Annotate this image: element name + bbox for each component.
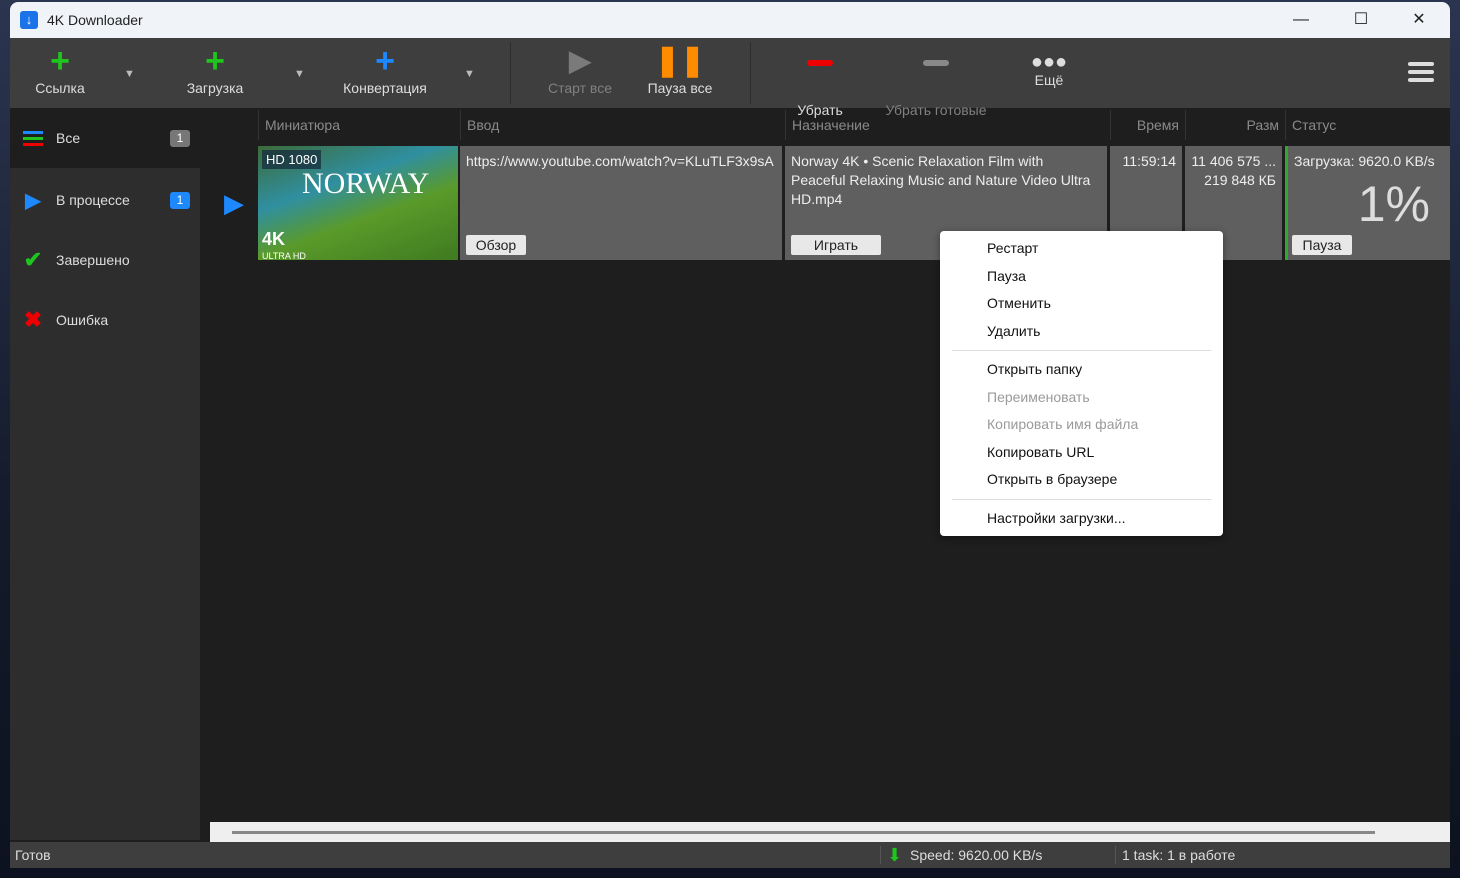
menu-item-cancel[interactable]: Отменить xyxy=(940,290,1223,318)
link-dropdown-icon[interactable]: ▼ xyxy=(124,68,135,80)
minus-icon xyxy=(876,60,996,100)
status-bar: Готов ⬇ Speed: 9620.00 KB/s 1 task: 1 в … xyxy=(10,842,1450,868)
menu-separator xyxy=(952,498,1211,500)
column-header-destination[interactable]: Назначение xyxy=(785,110,1110,140)
sidebar-item-label: В процессе xyxy=(56,192,130,208)
pause-button[interactable]: Пауза xyxy=(1292,235,1352,255)
more-button[interactable]: ●●● Ещё xyxy=(1022,38,1076,108)
status-text: Загрузка: 9620.0 KB/s xyxy=(1294,153,1435,169)
convert-label: Конвертация xyxy=(343,80,427,96)
remove-done-button[interactable]: Убрать готовые xyxy=(876,38,996,118)
play-icon: ▶ xyxy=(569,45,591,76)
menu-item-open-folder[interactable]: Открыть папку xyxy=(940,356,1223,384)
count-badge: 1 xyxy=(170,191,190,209)
app-logo-icon: ↓ xyxy=(20,11,38,29)
status-divider xyxy=(1115,846,1116,864)
plus-arrow-icon: + xyxy=(50,42,70,80)
row-playing-icon: ▶ xyxy=(224,188,244,218)
menu-item-restart[interactable]: Рестарт xyxy=(940,235,1223,263)
browse-button[interactable]: Обзор xyxy=(466,235,526,255)
thumbnail-title: NORWAY xyxy=(302,167,430,200)
toolbar: + Ссылка ▼ + Загрузка ▼ + Конвертация ▼ ▶ Ст… xyxy=(10,38,1450,118)
menu-item-copy-url[interactable]: Копировать URL xyxy=(940,439,1223,467)
size-total: 11 406 575 ... xyxy=(1191,153,1276,169)
window-title: 4K Downloader xyxy=(47,12,143,28)
status-cell: Загрузка: 9620.0 KB/s 1% Пауза xyxy=(1285,146,1450,260)
minimize-button[interactable]: — xyxy=(1272,2,1330,38)
size-downloaded: 219 848 КБ xyxy=(1204,172,1276,188)
menu-item-delete[interactable]: Удалить xyxy=(940,318,1223,346)
horizontal-scrollbar[interactable] xyxy=(210,822,1450,842)
pause-icon: ❚❚ xyxy=(654,44,706,77)
sidebar-item-label: Ошибка xyxy=(56,312,109,328)
column-header-thumbnail[interactable]: Миниатюра xyxy=(258,110,460,140)
download-arrow-icon: ⬇ xyxy=(887,845,903,865)
count-badge: 1 xyxy=(170,129,190,147)
sidebar-item-error[interactable]: ✖ Ошибка xyxy=(10,290,200,350)
checkmark-icon: ✔ xyxy=(23,247,43,272)
column-header-time[interactable]: Время xyxy=(1110,110,1185,140)
title-bar: ↓ 4K Downloader — ☐ ✕ xyxy=(10,2,1450,38)
plus-icon: + xyxy=(375,42,395,80)
pause-all-button[interactable]: ❚❚ Пауза все xyxy=(642,38,718,108)
add-link-button[interactable]: + Ссылка xyxy=(26,38,94,108)
scrollbar-thumb[interactable] xyxy=(232,831,1375,834)
download-dropdown-icon[interactable]: ▼ xyxy=(294,68,305,80)
sidebar-item-in-progress[interactable]: ▶ В процессе 1 xyxy=(10,170,200,230)
maximize-button[interactable]: ☐ xyxy=(1332,2,1390,38)
x-icon: ✖ xyxy=(23,307,43,332)
convert-dropdown-icon[interactable]: ▼ xyxy=(464,68,475,80)
source-url: https://www.youtube.com/watch?v=KLuTLF3x… xyxy=(466,153,774,169)
menu-item-copy-filename: Копировать имя файла xyxy=(987,416,1139,432)
column-header-status[interactable]: Статус xyxy=(1285,110,1450,140)
thumbnail-uhd-label: ULTRA HD xyxy=(262,251,306,260)
start-all-button[interactable]: ▶ Старт все xyxy=(542,38,618,108)
menu-separator xyxy=(952,350,1211,351)
video-thumbnail: HD 1080 NORWAY 4K ULTRA HD xyxy=(258,146,458,260)
context-menu: Рестарт Пауза Отменить Удалить Открыть п… xyxy=(940,231,1223,536)
menu-item-open-in-browser[interactable]: Открыть в браузере xyxy=(940,466,1223,494)
remove-button[interactable]: Убрать xyxy=(790,38,850,118)
convert-button[interactable]: + Конвертация xyxy=(338,38,432,108)
app-window: ↓ 4K Downloader — ☐ ✕ + Ссылка ▼ + Загрузк… xyxy=(10,2,1450,868)
menu-item-rename: Переименовать xyxy=(987,388,1090,405)
input-cell: https://www.youtube.com/watch?v=KLuTLF3x… xyxy=(460,146,782,260)
status-divider xyxy=(880,846,881,864)
status-speed: Speed: 9620.00 KB/s xyxy=(910,847,1043,863)
status-tasks: 1 task: 1 в работе xyxy=(1122,847,1236,863)
minus-icon xyxy=(790,60,850,100)
start-all-label: Старт все xyxy=(548,80,612,96)
download-label: Загрузка xyxy=(186,80,244,96)
sidebar-item-completed[interactable]: ✔ Завершено xyxy=(10,230,200,290)
sidebar-item-label: Завершено xyxy=(56,252,130,268)
column-header-input[interactable]: Ввод xyxy=(460,110,785,140)
plus-icon: + xyxy=(205,42,225,80)
progress-percent: 1% xyxy=(1357,176,1430,232)
sidebar: Все 1 ▶ В процессе 1 ✔ Завершено ✖ Ошибк… xyxy=(10,108,200,840)
sidebar-item-label: Все xyxy=(56,130,81,146)
close-button[interactable]: ✕ xyxy=(1390,2,1448,38)
play-button[interactable]: Играть xyxy=(791,235,881,255)
download-button[interactable]: + Загрузка xyxy=(178,38,252,108)
destination-filename: Norway 4K • Scenic Relaxation Film with … xyxy=(791,153,1091,207)
add-link-label: Ссылка xyxy=(35,80,85,96)
toolbar-divider xyxy=(750,42,751,104)
toolbar-divider xyxy=(510,42,511,104)
hamburger-menu-icon[interactable] xyxy=(1408,62,1434,86)
column-header-size[interactable]: Разм xyxy=(1185,110,1285,140)
all-list-icon xyxy=(10,128,56,149)
menu-item-download-settings[interactable]: Настройки загрузки... xyxy=(940,505,1223,533)
pause-all-label: Пауза все xyxy=(647,80,713,96)
sidebar-item-all[interactable]: Все 1 xyxy=(10,108,200,168)
menu-item-pause[interactable]: Пауза xyxy=(940,263,1223,291)
play-icon: ▶ xyxy=(25,189,41,212)
status-ready: Готов xyxy=(15,847,51,863)
